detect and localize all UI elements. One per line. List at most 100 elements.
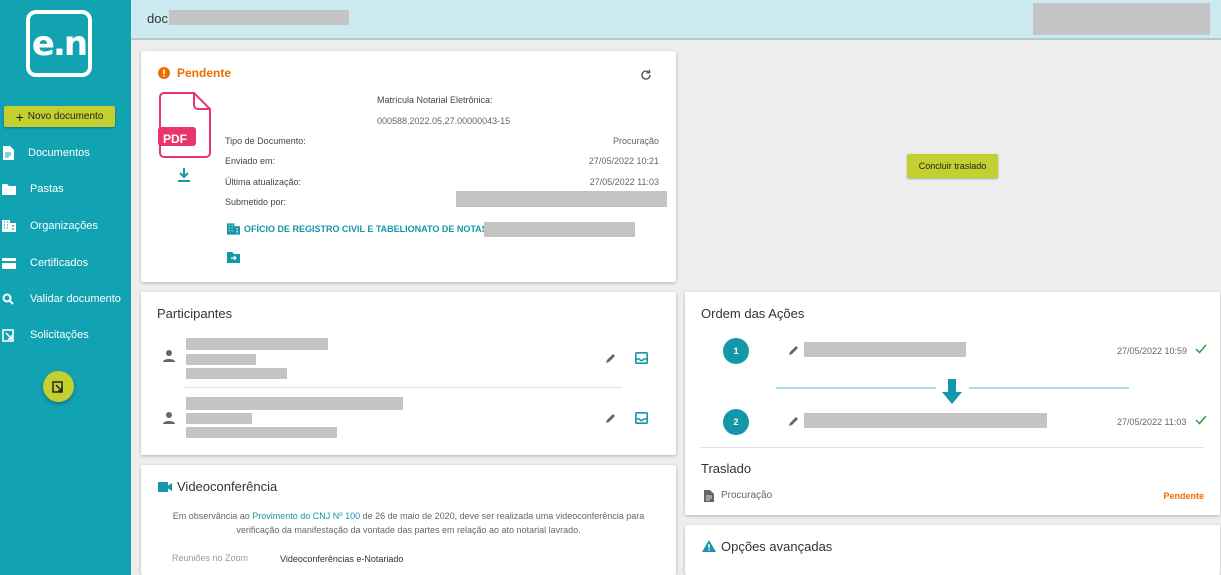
- status-label: Pendente: [177, 66, 232, 80]
- registry-value: 000588.2022.05.27.00000043-15: [377, 116, 511, 126]
- sidebar-item-solicitacoes[interactable]: Solicitações: [0, 325, 131, 345]
- flow-line-right: [969, 387, 1129, 389]
- app-logo[interactable]: e.n: [26, 10, 92, 77]
- check-icon: [1195, 415, 1207, 425]
- inbox-icon[interactable]: [635, 352, 648, 364]
- sidebar-item-label: Organizações: [30, 220, 98, 232]
- organization-link[interactable]: OFÍCIO DE REGISTRO CIVIL E TABELIONATO D…: [244, 224, 503, 234]
- warning-icon: [702, 540, 716, 552]
- cnj-provision-link[interactable]: Provimento do CNJ Nº 100: [252, 511, 360, 521]
- traslado-status: Pendente: [1163, 491, 1204, 501]
- inbox-icon[interactable]: [635, 412, 648, 424]
- download-icon[interactable]: [178, 168, 190, 182]
- new-request-button[interactable]: [43, 371, 74, 402]
- pdf-file-icon[interactable]: [158, 92, 212, 158]
- section-divider: [701, 447, 1204, 448]
- advanced-options-card[interactable]: Opções avançadas: [685, 525, 1220, 575]
- redacted-title: [169, 10, 349, 25]
- traslado-title: Traslado: [701, 461, 752, 476]
- redacted-action-signer: [804, 413, 1047, 428]
- zoom-tab[interactable]: Reuniões no Zoom: [172, 553, 248, 563]
- logo-text: e.n: [31, 24, 88, 64]
- action-timestamp: 27/05/2022 11:03: [1117, 417, 1187, 427]
- field-value: 27/05/2022 10:21: [588, 156, 659, 166]
- inbox-icon: [2, 328, 14, 342]
- redacted-action-signer: [804, 342, 966, 357]
- traslado-item[interactable]: Procuração: [721, 490, 772, 501]
- sidebar: e.n + Novo documento Documentos Pastas O…: [0, 0, 131, 575]
- building-icon: [2, 220, 16, 232]
- redacted-participant-name: [186, 338, 328, 350]
- request-icon: [52, 380, 63, 393]
- refresh-icon[interactable]: [640, 69, 652, 81]
- alert-icon: [158, 67, 170, 79]
- person-icon: [163, 412, 175, 424]
- sidebar-item-documentos[interactable]: Documentos: [0, 143, 131, 163]
- person-icon: [163, 350, 175, 362]
- participant-divider: [185, 387, 622, 388]
- enotariado-tab[interactable]: Videoconferências e-Notariado: [280, 554, 403, 564]
- field-value: 27/05/2022 11:03: [589, 177, 659, 187]
- new-document-button[interactable]: + Novo documento: [4, 106, 115, 127]
- signature-pen-icon: [789, 346, 798, 355]
- actions-title: Ordem das Ações: [701, 306, 805, 321]
- sidebar-item-validar-documento[interactable]: Validar documento: [0, 289, 131, 309]
- registry-label: Matrícula Notarial Eletrônica:: [377, 95, 493, 105]
- step-number-badge: 2: [723, 409, 749, 435]
- sidebar-item-certificados[interactable]: Certificados: [0, 253, 131, 273]
- plus-icon: +: [15, 108, 24, 125]
- search-check-icon: [2, 293, 14, 305]
- sidebar-item-label: Pastas: [30, 183, 64, 195]
- signature-pen-icon: [789, 417, 798, 426]
- redacted-participant-email: [186, 427, 337, 438]
- card-icon: [2, 257, 16, 269]
- participants-title: Participantes: [157, 306, 233, 321]
- redacted-submitter: [456, 191, 667, 207]
- video-card: Videoconferência Em observância ao Provi…: [141, 465, 676, 575]
- arrow-down-icon: [942, 379, 962, 404]
- edit-icon[interactable]: [605, 413, 616, 424]
- field-label: Enviado em:: [225, 156, 276, 166]
- participants-card: Participantes: [141, 292, 676, 455]
- sidebar-item-label: Validar documento: [30, 293, 121, 305]
- sidebar-item-label: Solicitações: [30, 329, 89, 341]
- field-label: Submetido por:: [225, 197, 287, 207]
- file-type-label: PDF: [163, 132, 187, 146]
- document-card: Pendente PDF Matrícula Notarial Eletrôni…: [141, 51, 676, 282]
- organization-icon: [227, 223, 240, 235]
- sidebar-item-label: Documentos: [28, 147, 90, 159]
- redacted-user-menu[interactable]: [1033, 3, 1210, 35]
- actions-card: Ordem das Ações 1 27/05/2022 10:59 2 27/…: [685, 292, 1220, 515]
- folder-icon: [2, 184, 16, 195]
- move-folder-icon[interactable]: [227, 252, 240, 263]
- video-camera-icon: [158, 482, 172, 492]
- redacted-organization: [484, 222, 635, 237]
- redacted-participant-doc: [186, 354, 256, 365]
- flow-line-left: [776, 387, 936, 389]
- edit-icon[interactable]: [605, 353, 616, 364]
- video-title: Videoconferência: [177, 479, 278, 494]
- action-timestamp: 27/05/2022 10:59: [1117, 346, 1188, 356]
- video-text-after: de 26 de maio de 2020, deve ser realizad…: [360, 511, 645, 521]
- field-value: Procuração: [612, 136, 659, 146]
- sidebar-item-organizacoes[interactable]: Organizações: [0, 216, 131, 236]
- field-label: Última atualização:: [225, 177, 302, 187]
- redacted-participant-email: [186, 368, 287, 379]
- field-label: Tipo de Documento:: [225, 136, 306, 146]
- document-icon: [3, 146, 14, 160]
- document-title: doc: [147, 11, 168, 26]
- new-document-label: Novo documento: [27, 111, 104, 122]
- sidebar-item-pastas[interactable]: Pastas: [0, 179, 131, 199]
- redacted-participant-name: [186, 397, 403, 410]
- top-bar: doc: [131, 0, 1221, 40]
- video-text-line2: verificação da manifestação da vontade d…: [236, 525, 581, 535]
- sidebar-item-label: Certificados: [30, 257, 89, 269]
- advanced-options-title: Opções avançadas: [721, 539, 833, 554]
- video-description: Em observância ao Provimento do CNJ Nº 1…: [141, 509, 676, 537]
- check-icon: [1195, 344, 1207, 354]
- document-icon: [704, 490, 714, 502]
- step-number-badge: 1: [723, 338, 749, 364]
- conclude-traslado-button[interactable]: Concluir traslado: [907, 154, 998, 178]
- video-text-before: Em observância ao: [172, 511, 253, 521]
- redacted-participant-doc: [186, 413, 252, 424]
